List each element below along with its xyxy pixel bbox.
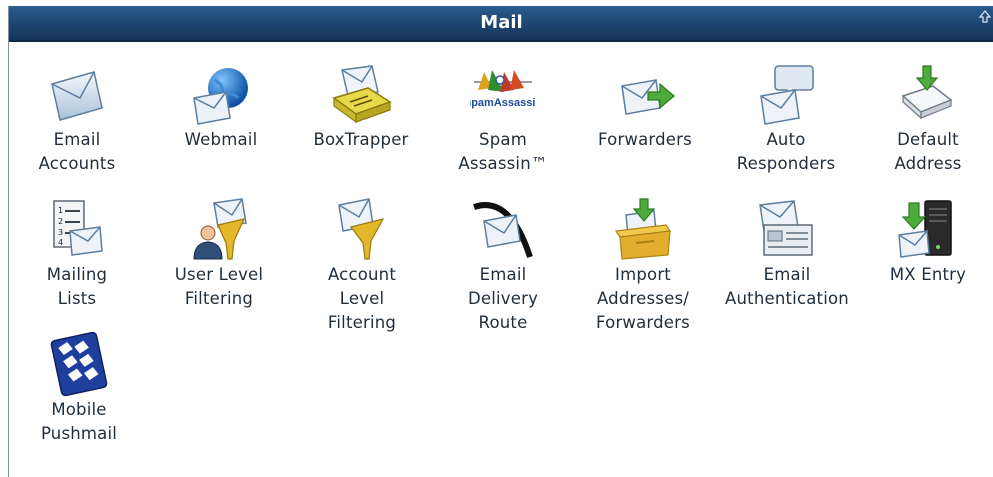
numbered-list-envelope-icon: 1 2 3 4 bbox=[53, 200, 103, 256]
spamassassin-logo-icon: SpamAssassin bbox=[470, 70, 536, 109]
envelope-icon bbox=[51, 71, 103, 121]
forwarders-label: Forwarders bbox=[598, 130, 692, 149]
email-delivery-route-link[interactable]: Email Delivery Route bbox=[433, 197, 573, 335]
user-level-filtering-link[interactable]: User Level Filtering bbox=[149, 197, 289, 311]
boxtrapper-label: BoxTrapper bbox=[313, 130, 409, 149]
auto-responders-link[interactable]: Auto Responders bbox=[716, 62, 856, 176]
spam-assassin-label: Spam Assassin™ bbox=[458, 130, 548, 173]
forward-envelope-icon bbox=[621, 79, 675, 115]
forwarders-link[interactable]: Forwarders bbox=[575, 62, 715, 152]
globe-envelope-icon bbox=[193, 68, 248, 125]
spam-assassin-link[interactable]: SpamAssassin Spam Assassin™ bbox=[433, 62, 573, 176]
default-address-label: Default Address bbox=[894, 130, 962, 173]
svg-text:1: 1 bbox=[58, 206, 63, 215]
email-accounts-link[interactable]: Email Accounts bbox=[7, 62, 147, 176]
import-addresses-forwarders-label: Import Addresses/ Forwarders bbox=[596, 265, 690, 332]
speech-bubble-envelope-icon bbox=[760, 65, 814, 125]
envelope-funnel-icon bbox=[338, 198, 385, 260]
spamassassin-logo-text: SpamAssassin bbox=[470, 97, 536, 109]
auto-responders-label: Auto Responders bbox=[736, 130, 836, 173]
account-level-filtering-label: Account Level Filtering bbox=[327, 265, 397, 332]
mobile-pushmail-link[interactable]: Mobile Pushmail bbox=[9, 332, 149, 446]
mail-panel: Mail Email Accounts Webmail BoxTrapper p… bbox=[8, 6, 993, 477]
mailing-lists-label: Mailing Lists bbox=[46, 265, 108, 308]
mobile-pushmail-label: Mobile Pushmail bbox=[40, 400, 118, 443]
svg-text:2: 2 bbox=[58, 217, 63, 226]
email-delivery-route-label: Email Delivery Route bbox=[467, 265, 539, 332]
email-accounts-label: Email Accounts bbox=[38, 130, 116, 173]
server-envelope-icon bbox=[898, 200, 952, 258]
mail-panel-header[interactable]: Mail bbox=[9, 6, 993, 42]
panel-title: Mail bbox=[480, 12, 523, 33]
box-trapper-icon bbox=[332, 65, 392, 124]
mx-entry-link[interactable]: MX Entry bbox=[858, 197, 993, 287]
user-funnel-icon bbox=[193, 198, 247, 260]
authentication-card-icon bbox=[759, 200, 813, 256]
mx-entry-label: MX Entry bbox=[889, 265, 967, 284]
svg-text:4: 4 bbox=[58, 238, 63, 247]
default-address-link[interactable]: Default Address bbox=[858, 62, 993, 176]
mailing-lists-link[interactable]: 1 2 3 4 Mailing Lists bbox=[7, 197, 147, 311]
import-addresses-forwarders-link[interactable]: Import Addresses/ Forwarders bbox=[573, 197, 713, 335]
email-authentication-link[interactable]: Email Authentication bbox=[717, 197, 857, 311]
email-authentication-label: Email Authentication bbox=[725, 265, 849, 308]
mobile-pushmail-icon bbox=[50, 332, 108, 397]
webmail-link[interactable]: Webmail bbox=[151, 62, 291, 152]
user-level-filtering-label: User Level Filtering bbox=[174, 265, 264, 308]
boxtrapper-link[interactable]: BoxTrapper bbox=[291, 62, 431, 152]
webmail-label: Webmail bbox=[184, 130, 258, 149]
import-box-icon bbox=[614, 198, 672, 260]
delivery-route-icon bbox=[473, 202, 533, 258]
svg-text:3: 3 bbox=[58, 228, 63, 237]
download-envelope-icon bbox=[901, 65, 953, 120]
account-level-filtering-link[interactable]: Account Level Filtering bbox=[292, 197, 432, 335]
collapse-arrow-icon[interactable] bbox=[978, 9, 992, 29]
